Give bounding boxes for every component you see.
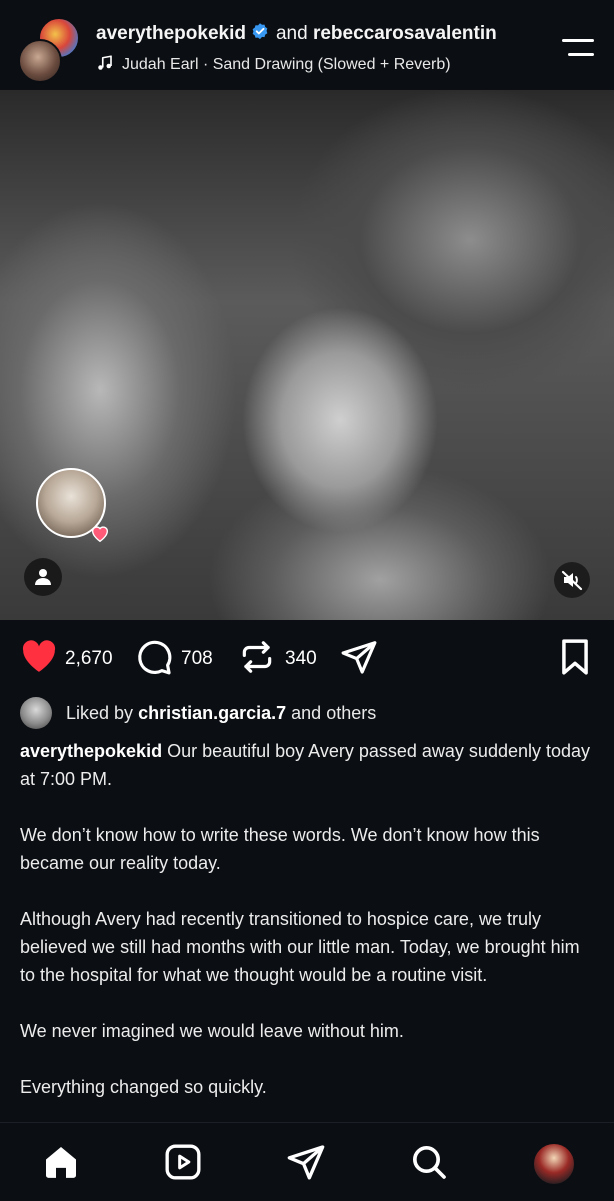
liked-by-suffix[interactable]: and others [291, 703, 376, 723]
author-username-1[interactable]: averythepokekid [96, 23, 246, 44]
caption-paragraph: We never imagined we would leave without… [20, 1021, 404, 1041]
heart-icon [22, 640, 56, 672]
caption-username[interactable]: averythepokekid [20, 741, 162, 761]
comment-button[interactable] [134, 638, 174, 681]
caption-paragraph: We don’t know how to write these words. … [20, 825, 540, 873]
share-button[interactable] [340, 638, 378, 681]
caption-paragraph: Everything changed so quickly. [20, 1077, 267, 1097]
heart-badge-icon [89, 522, 111, 544]
post-header: averythepokekid and rebeccarosavalentin J… [0, 0, 614, 90]
nav-home[interactable] [41, 1142, 81, 1182]
repost-button[interactable] [238, 638, 276, 681]
verified-badge-icon [250, 22, 270, 48]
audio-attribution[interactable]: Judah Earl · Sand Drawing (Slowed + Reve… [96, 54, 451, 77]
liked-by[interactable]: Liked by christian.garcia.7 and others [20, 697, 600, 729]
mute-button[interactable] [554, 562, 590, 598]
repost-icon [242, 641, 272, 673]
post-caption: averythepokekid Our beautiful boy Avery … [20, 737, 598, 1129]
author-username-2[interactable]: rebeccarosavalentin [313, 23, 497, 44]
liked-by-prefix: Liked by [66, 703, 134, 723]
user-tags-button[interactable] [24, 558, 62, 596]
nav-reels[interactable] [163, 1142, 203, 1182]
collab-avatars[interactable] [18, 17, 82, 83]
like-button[interactable] [20, 638, 58, 679]
send-icon [287, 1145, 325, 1180]
post-actions: 2,670 708 340 [0, 620, 614, 696]
liked-by-text: Liked by christian.garcia.7 and others [66, 703, 376, 724]
repost-count[interactable]: 340 [285, 648, 317, 670]
caption-paragraph: Although Avery had recently transitioned… [20, 909, 580, 985]
share-icon [341, 641, 377, 674]
nav-profile-avatar[interactable] [532, 1142, 576, 1186]
post-photo[interactable] [0, 90, 614, 620]
liked-by-avatar[interactable] [20, 697, 52, 729]
reels-icon [165, 1144, 201, 1180]
save-button[interactable] [558, 638, 592, 681]
comment-icon [138, 640, 172, 675]
avatar-rebeccarosavalentin[interactable] [18, 39, 62, 83]
post-authors: averythepokekid and rebeccarosavalentin [96, 22, 497, 48]
hamburger-icon [568, 53, 594, 56]
comment-count[interactable]: 708 [181, 648, 213, 670]
like-count[interactable]: 2,670 [65, 648, 113, 670]
muted-speaker-icon [561, 570, 583, 591]
author-joiner: and [275, 23, 308, 44]
liked-by-username[interactable]: christian.garcia.7 [138, 703, 286, 723]
nav-messages[interactable] [286, 1142, 326, 1182]
person-icon [35, 569, 51, 585]
bookmark-icon [562, 639, 588, 675]
home-icon [46, 1147, 76, 1178]
menu-button[interactable] [560, 36, 596, 62]
nav-search[interactable] [409, 1142, 449, 1182]
hamburger-icon [562, 39, 594, 42]
music-note-icon [96, 54, 114, 77]
caption-paragraph: averythepokekid Our beautiful boy Avery … [20, 737, 598, 793]
audio-title: Judah Earl · Sand Drawing (Slowed + Reve… [122, 56, 451, 73]
bottom-nav [0, 1122, 614, 1201]
search-icon [413, 1146, 446, 1179]
